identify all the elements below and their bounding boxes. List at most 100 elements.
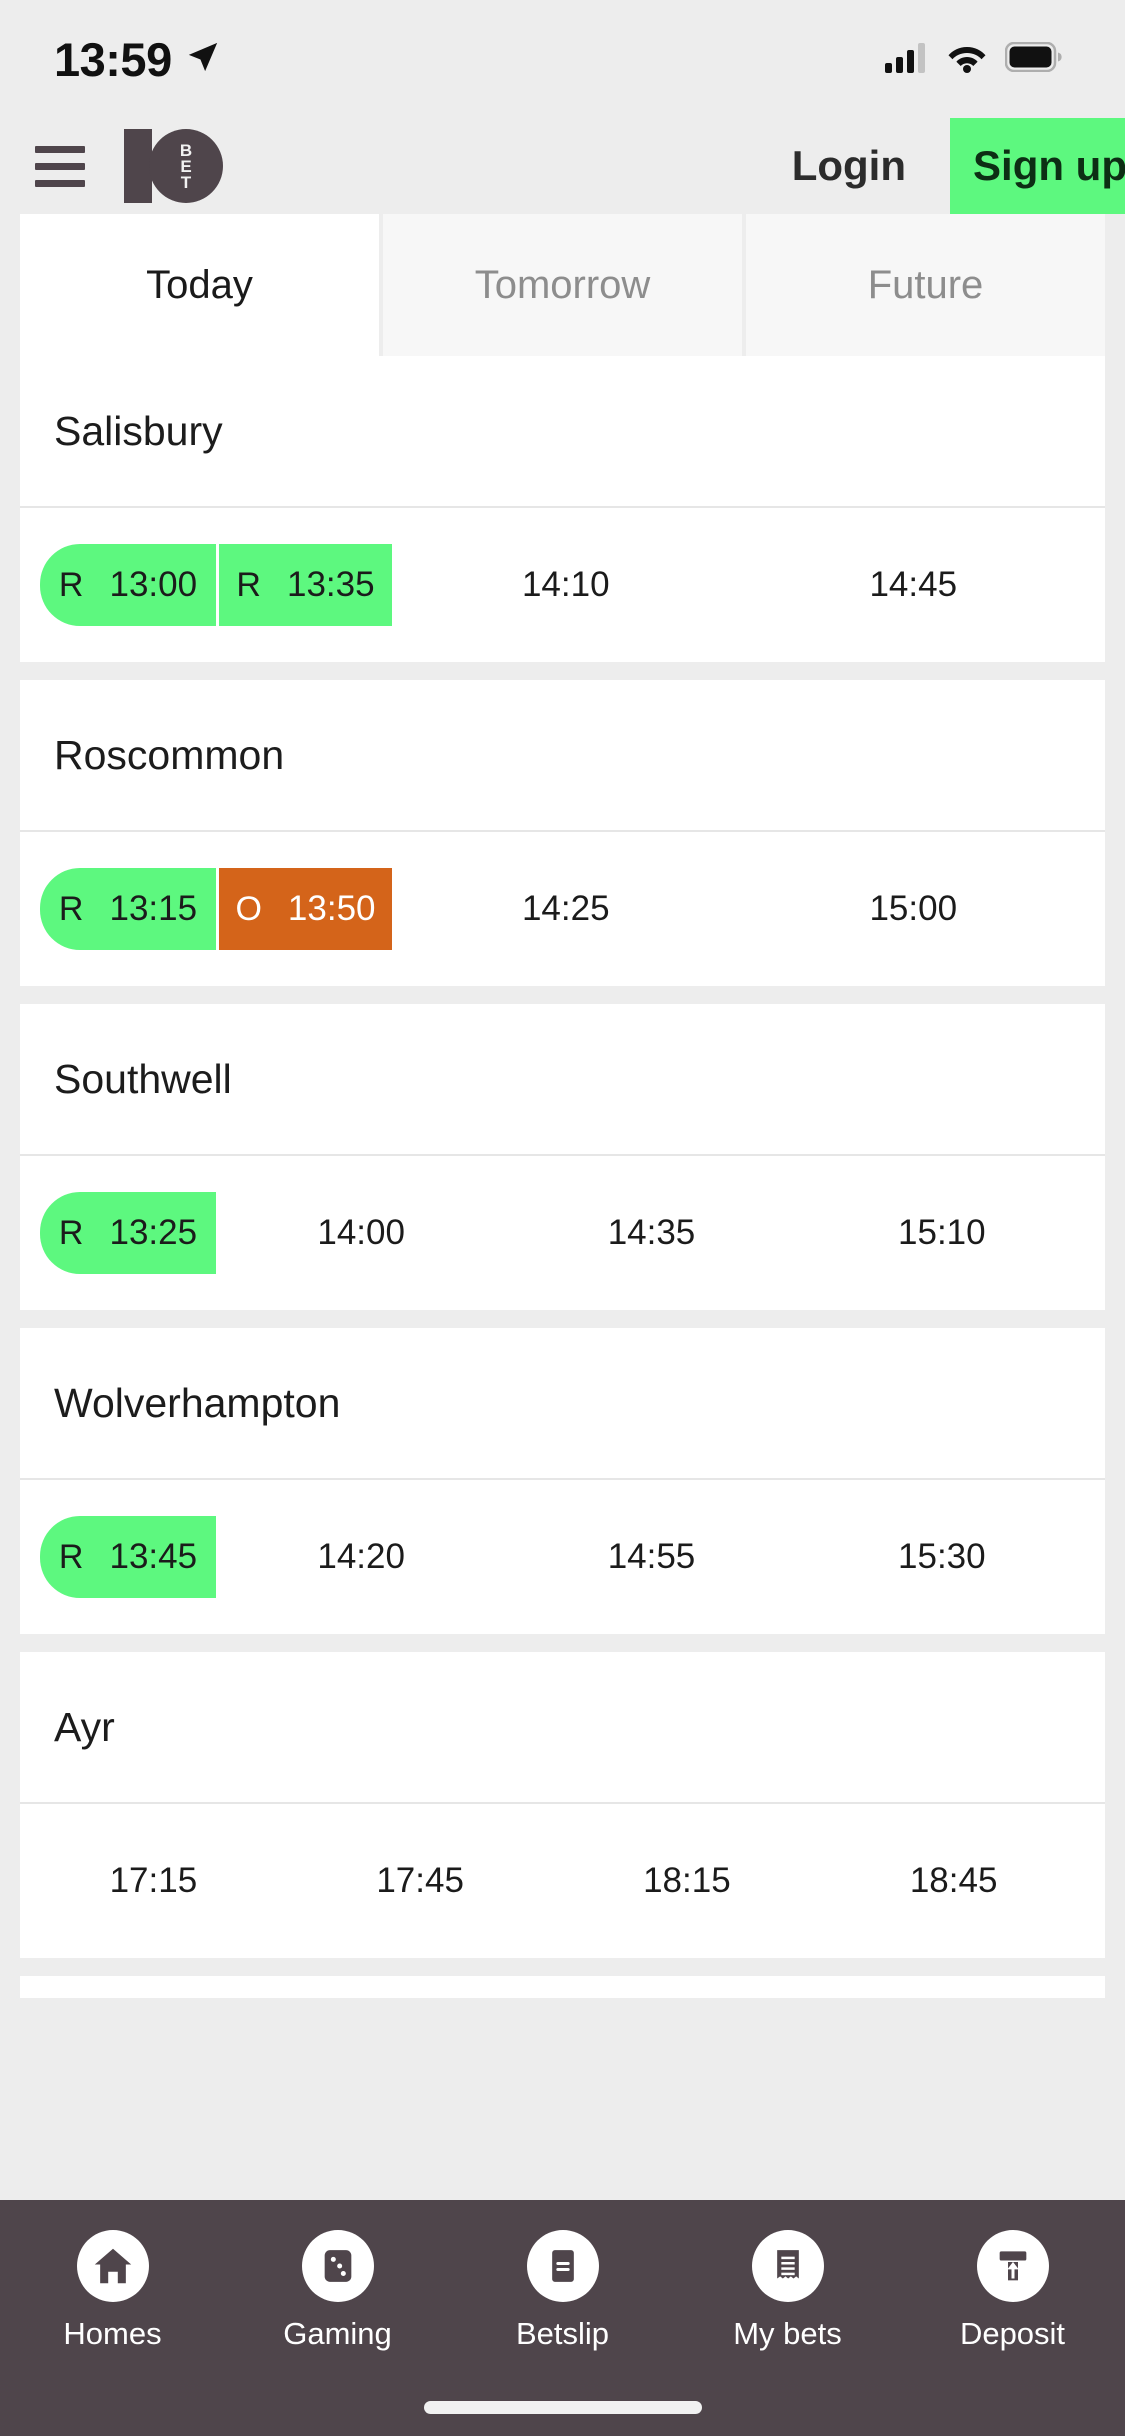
meetings-list: Salisbury R 13:00 R 13:35 14:10 14:45 Ro… [0, 356, 1125, 1998]
meeting-card: Salisbury R 13:00 R 13:35 14:10 14:45 [20, 356, 1105, 662]
race-time-cell[interactable]: 14:20 [273, 1537, 449, 1577]
logo-digit-zero: B E T [149, 129, 223, 203]
brand-logo[interactable]: B E T [124, 118, 223, 214]
races-row: R 13:15 O 13:50 14:25 15:00 [20, 832, 1105, 986]
race-pill-group: R 13:15 O 13:50 [40, 868, 392, 950]
nav-label: Deposit [959, 2316, 1066, 2351]
venue-header[interactable]: Southwell [20, 1004, 1105, 1156]
venue-name: Wolverhampton [54, 1379, 341, 1426]
races-row: R 13:00 R 13:35 14:10 14:45 [20, 508, 1105, 662]
meeting-card: Ayr 17:15 17:45 18:15 18:45 [20, 1652, 1105, 1958]
race-time-cell[interactable]: 15:30 [854, 1537, 1030, 1577]
venue-name: Roscommon [54, 731, 285, 778]
nav-item-gaming[interactable]: Gaming [225, 2230, 450, 2352]
race-status-tag: R [58, 1537, 84, 1576]
dice-icon [301, 2230, 374, 2302]
nav-label: Gaming [283, 2316, 392, 2351]
location-arrow-icon [186, 40, 220, 79]
battery-full-icon [1004, 41, 1063, 77]
app-header: B E T Login Sign up [0, 118, 1125, 214]
race-pill-group: R 13:00 R 13:35 [40, 544, 392, 626]
meeting-card-partial [20, 1976, 1105, 1998]
cellular-signal-icon [885, 41, 929, 78]
deposit-icon [976, 2230, 1049, 2302]
logo-letter-b: B [179, 140, 193, 160]
status-bar: 13:59 [0, 0, 1125, 118]
receipt-icon [751, 2230, 824, 2302]
nav-item-homes[interactable]: Homes [0, 2230, 225, 2352]
venue-header[interactable]: Ayr [20, 1652, 1105, 1804]
hamburger-bar [35, 179, 85, 187]
race-status-tag: O [235, 889, 262, 928]
venue-name: Ayr [54, 1703, 115, 1750]
betslip-card-icon [526, 2230, 599, 2302]
hamburger-bar [35, 145, 85, 153]
nav-item-betslip[interactable]: Betslip [450, 2230, 675, 2352]
race-time-cell[interactable]: 18:15 [599, 1861, 775, 1901]
date-tabs: Today Tomorrow Future [0, 214, 1125, 356]
race-pill[interactable]: R 13:35 [216, 544, 392, 626]
races-row: R 13:25 14:00 14:35 15:10 [20, 1156, 1105, 1310]
signup-button[interactable]: Sign up [950, 118, 1125, 214]
tab-tomorrow[interactable]: Tomorrow [383, 214, 742, 356]
race-pill[interactable]: R 13:25 [40, 1192, 216, 1274]
meeting-card: Southwell R 13:25 14:00 14:35 15:10 [20, 1004, 1105, 1310]
venue-name: Southwell [54, 1055, 232, 1102]
venue-header[interactable]: Salisbury [20, 356, 1105, 508]
login-button[interactable]: Login [748, 118, 950, 214]
hamburger-menu-icon[interactable] [0, 118, 120, 214]
nav-item-my-bets[interactable]: My bets [675, 2230, 900, 2352]
race-time-cell[interactable]: 17:15 [65, 1861, 241, 1901]
races-row: R 13:45 14:20 14:55 15:30 [20, 1480, 1105, 1634]
logo-letter-e: E [180, 156, 192, 176]
race-time: 13:00 [109, 565, 198, 604]
race-pill-group: R 13:25 [40, 1192, 216, 1274]
race-time-cell[interactable]: 15:10 [854, 1213, 1030, 1253]
meeting-card: Roscommon R 13:15 O 13:50 14:25 15:00 [20, 680, 1105, 986]
nav-label: My bets [733, 2316, 842, 2351]
race-time-cell[interactable]: 17:45 [332, 1861, 508, 1901]
header-spacer [223, 118, 748, 214]
race-time-cell[interactable]: 14:45 [825, 565, 1001, 605]
race-pill[interactable]: R 13:00 [40, 544, 216, 626]
race-time: 13:45 [109, 1537, 198, 1576]
venue-name: Salisbury [54, 407, 223, 454]
tab-today[interactable]: Today [20, 214, 379, 356]
home-icon [76, 2230, 149, 2302]
race-pill[interactable]: R 13:15 [40, 868, 216, 950]
venue-header[interactable]: Wolverhampton [20, 1328, 1105, 1480]
race-time: 13:50 [287, 889, 376, 928]
race-time-cell[interactable]: 14:35 [563, 1213, 739, 1253]
home-indicator[interactable] [423, 2401, 702, 2414]
wifi-icon [946, 41, 988, 78]
race-status-tag: R [236, 565, 261, 604]
race-time: 13:35 [286, 565, 375, 604]
status-time: 13:59 [54, 32, 172, 86]
hamburger-bar [35, 162, 85, 170]
logo-digit-one [124, 129, 152, 203]
venue-header[interactable]: Roscommon [20, 680, 1105, 832]
race-time-cell[interactable]: 14:00 [273, 1213, 449, 1253]
race-status-tag: R [58, 889, 84, 928]
race-time-cell[interactable]: 14:25 [478, 889, 654, 929]
race-time: 13:15 [109, 889, 198, 928]
bottom-navigation: Homes Gaming Betslip My bets Deposit [0, 2200, 1125, 2436]
races-row: 17:15 17:45 18:15 18:45 [20, 1804, 1105, 1958]
status-bar-right [885, 41, 1063, 78]
nav-item-deposit[interactable]: Deposit [900, 2230, 1125, 2352]
race-time-cell[interactable]: 14:10 [478, 565, 654, 605]
race-time: 13:25 [109, 1213, 198, 1252]
meeting-card: Wolverhampton R 13:45 14:20 14:55 15:30 [20, 1328, 1105, 1634]
race-time-cell[interactable]: 18:45 [866, 1861, 1042, 1901]
race-pill[interactable]: R 13:45 [40, 1516, 216, 1598]
nav-label: Homes [63, 2316, 162, 2351]
race-status-tag: R [58, 1213, 84, 1252]
race-pill[interactable]: O 13:50 [216, 868, 392, 950]
race-status-tag: R [58, 565, 84, 604]
status-bar-left: 13:59 [54, 32, 220, 87]
logo-letter-t: T [180, 172, 192, 192]
race-time-cell[interactable]: 15:00 [825, 889, 1001, 929]
tab-future[interactable]: Future [746, 214, 1105, 356]
race-pill-group: R 13:45 [40, 1516, 216, 1598]
race-time-cell[interactable]: 14:55 [563, 1537, 739, 1577]
